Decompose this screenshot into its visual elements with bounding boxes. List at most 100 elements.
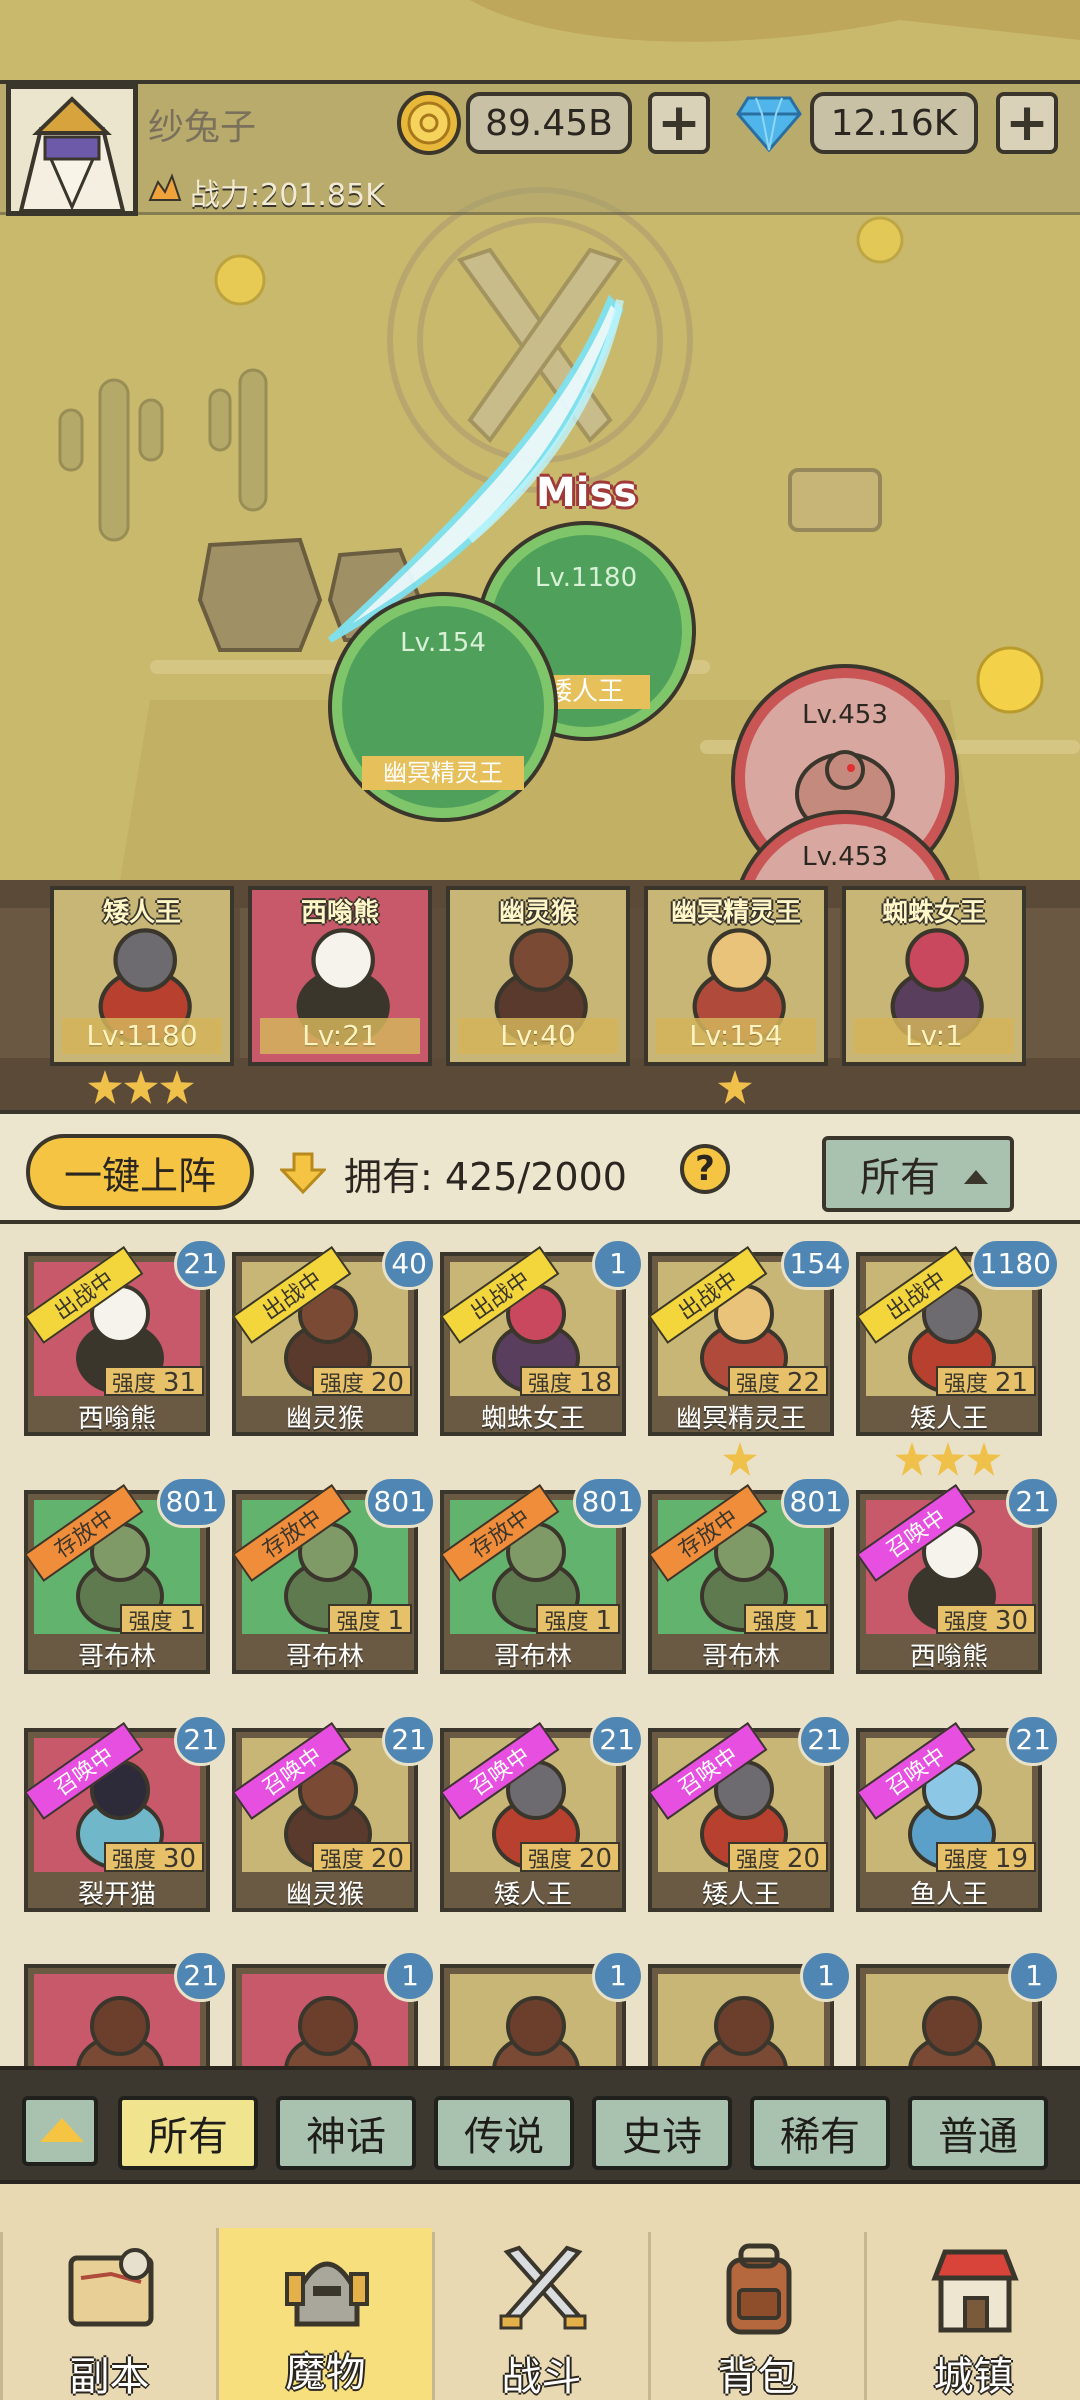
strength-tag: 强度 22 [727, 1366, 828, 1398]
avatar[interactable] [6, 84, 138, 216]
nav-label: 魔物 [285, 2350, 366, 2396]
miss-text: Miss [536, 470, 638, 516]
strength-value: 20 [370, 1368, 404, 1398]
monster-card[interactable]: 强度 22 幽冥精灵王 出战中 154 [648, 1238, 852, 1436]
team-slot-card[interactable]: 矮人王 Lv:1180 [50, 886, 234, 1066]
monster-card[interactable]: 强度 19 鱼人王 召唤中 21 [856, 1714, 1060, 1912]
strength-tag: 强度 20 [311, 1842, 412, 1874]
monster-card[interactable]: 强度 20 矮人王 召唤中 21 [440, 1714, 644, 1912]
team-slot-name: 蜘蛛女王 [881, 898, 986, 928]
filter-epic-button[interactable]: 史诗 [592, 2096, 732, 2170]
arrow-down-icon [280, 1152, 326, 1194]
team-slot-level: Lv:21 [260, 1018, 420, 1054]
star-icon [160, 1070, 194, 1104]
star-icon [718, 1070, 752, 1104]
monster-card[interactable]: 1 [856, 1950, 1060, 2074]
ally-level: Lv.154 [400, 628, 486, 658]
monster-card[interactable]: 21 [24, 1950, 228, 2074]
bottom-navigation: 副本 魔物 战斗 背包 城镇 [0, 2180, 1080, 2400]
star-icon [967, 1442, 1001, 1476]
filter-rare-button[interactable]: 稀有 [750, 2096, 890, 2170]
team-slot-level: Lv:1180 [62, 1018, 222, 1054]
level-badge: 1 [592, 1238, 644, 1290]
combat-power: 战力:201.85K [190, 178, 385, 213]
strength-value: 22 [786, 1368, 820, 1398]
triangle-up-icon [40, 2118, 84, 2142]
nav-tab-backpack[interactable]: 背包 [648, 2232, 864, 2400]
level-badge: 21 [174, 1714, 228, 1766]
filter-mythic-button[interactable]: 神话 [276, 2096, 416, 2170]
team-slot-name: 西嗡熊 [300, 898, 379, 928]
diamond-icon [736, 96, 802, 152]
monster-card[interactable]: 强度 1 哥布林 存放中 801 [648, 1476, 852, 1674]
category-filter-dropdown[interactable]: 所有 [822, 1136, 1014, 1212]
level-badge: 21 [1006, 1714, 1060, 1766]
monster-card[interactable]: 强度 20 幽灵猴 出战中 40 [232, 1238, 436, 1436]
nav-tab-crossed-swords[interactable]: 战斗 [432, 2232, 648, 2400]
strength-label: 强度 [943, 1848, 988, 1873]
strength-value: 19 [994, 1844, 1028, 1874]
nav-tab-knight-helmet[interactable]: 魔物 [216, 2228, 432, 2400]
strength-value: 30 [994, 1606, 1028, 1636]
monster-card[interactable]: 1 [440, 1950, 644, 2074]
level-badge: 801 [364, 1476, 436, 1528]
help-icon[interactable]: ? [680, 1144, 730, 1194]
strength-tag: 强度 18 [519, 1366, 620, 1398]
monster-card[interactable]: 强度 31 西嗡熊 出战中 21 [24, 1238, 228, 1436]
star-icon [895, 1442, 929, 1476]
star-icon [88, 1070, 122, 1104]
level-badge: 21 [1006, 1476, 1060, 1528]
ally-token-nether-elf-king[interactable]: Lv.154 幽冥精灵王 [332, 596, 554, 818]
team-slot-stars [718, 1070, 754, 1110]
monster-card[interactable]: 1 [232, 1950, 436, 2074]
monster-card[interactable]: 强度 21 矮人王 出战中 1180 [856, 1238, 1060, 1436]
ally-level: Lv.1180 [534, 563, 638, 593]
witch-portrait-icon [866, 1974, 1032, 2074]
strength-value: 20 [578, 1844, 612, 1874]
monster-name: 西嗡熊 [909, 1642, 988, 1672]
strength-tag: 强度 1 [120, 1604, 204, 1636]
enemy-level: Lv.453 [802, 700, 888, 730]
monster-stars [723, 1442, 759, 1478]
team-slot-card[interactable]: 幽灵猴 Lv:40 [446, 886, 630, 1066]
level-badge: 1 [1008, 1950, 1060, 2002]
monster-card[interactable]: 强度 1 哥布林 存放中 801 [232, 1476, 436, 1674]
team-slot-card[interactable]: 西嗡熊 Lv:21 [248, 886, 432, 1066]
strength-value: 20 [370, 1844, 404, 1874]
witch-portrait-icon [34, 1974, 200, 2074]
monster-card[interactable]: 强度 1 哥布林 存放中 801 [440, 1476, 644, 1674]
monster-card[interactable]: 强度 20 幽灵猴 召唤中 21 [232, 1714, 436, 1912]
level-badge: 1180 [970, 1238, 1060, 1290]
owned-count: 拥有: 425/2000 [344, 1146, 627, 1201]
strength-label: 强度 [319, 1848, 364, 1873]
nav-tab-map-scroll[interactable]: 副本 [0, 2232, 216, 2400]
monster-name: 鱼人王 [909, 1880, 988, 1910]
add-gems-button[interactable]: + [996, 92, 1058, 154]
monster-card[interactable]: 强度 18 蜘蛛女王 出战中 1 [440, 1238, 644, 1436]
team-slot-level: Lv:154 [656, 1018, 816, 1054]
auto-deploy-button[interactable]: 一键上阵 [26, 1134, 254, 1210]
ally-name: 幽冥精灵王 [362, 756, 524, 790]
add-gold-button[interactable]: + [648, 92, 710, 154]
level-badge: 1 [592, 1950, 644, 2002]
team-slot-card[interactable]: 蜘蛛女王 Lv:1 [842, 886, 1026, 1066]
level-badge: 40 [382, 1238, 436, 1290]
filter-all-button[interactable]: 所有 [118, 2096, 258, 2170]
monster-card[interactable]: 强度 1 哥布林 存放中 801 [24, 1476, 228, 1674]
shop-house-icon [931, 2249, 1019, 2333]
team-slot-stars [88, 1070, 196, 1110]
filter-common-button[interactable]: 普通 [908, 2096, 1048, 2170]
level-badge: 154 [780, 1238, 852, 1290]
monster-card[interactable]: 强度 30 西嗡熊 召唤中 21 [856, 1476, 1060, 1674]
monster-stars [895, 1442, 1003, 1478]
strength-tag: 强度 20 [311, 1366, 412, 1398]
star-icon [124, 1070, 158, 1104]
monster-card[interactable]: 1 [648, 1950, 852, 2074]
team-slot-card[interactable]: 幽冥精灵王 Lv:154 [644, 886, 828, 1066]
monster-card[interactable]: 强度 20 矮人王 召唤中 21 [648, 1714, 852, 1912]
rarity-filter-bar: 所有 神话 传说 史诗 稀有 普通 [0, 2066, 1080, 2180]
collapse-toggle-button[interactable] [22, 2096, 98, 2166]
filter-legendary-button[interactable]: 传说 [434, 2096, 574, 2170]
monster-card[interactable]: 强度 30 裂开猫 召唤中 21 [24, 1714, 228, 1912]
nav-tab-shop-house[interactable]: 城镇 [864, 2232, 1080, 2400]
